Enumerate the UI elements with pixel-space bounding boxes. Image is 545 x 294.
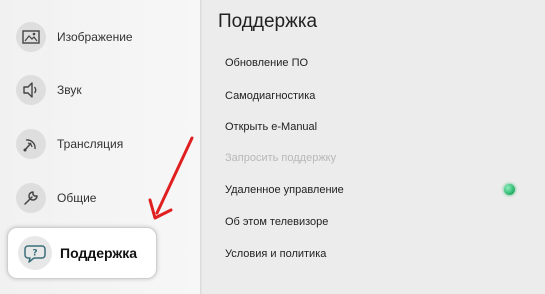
remote-management-status-indicator: [504, 184, 515, 195]
picture-icon: [16, 22, 46, 52]
page-title: Поддержка: [218, 11, 318, 32]
wrench-icon: [16, 183, 46, 213]
broadcast-icon: [16, 129, 46, 159]
sidebar-item-picture[interactable]: Изображение: [0, 17, 200, 57]
sidebar-item-label: Изображение: [57, 30, 133, 44]
menu-item-self-diagnosis[interactable]: Самодиагностика: [225, 90, 315, 102]
support-panel: Поддержка Обновление ПО Самодиагностика …: [203, 0, 545, 294]
menu-item-remote-management[interactable]: Удаленное управление: [225, 184, 344, 196]
sidebar-item-label: Поддержка: [60, 245, 138, 261]
sidebar-item-label: Общие: [57, 191, 97, 205]
menu-item-about-tv[interactable]: Об этом телевизоре: [225, 216, 328, 228]
tv-settings-screen: Изображение Звук Трансляция Общие ? Подд…: [0, 0, 545, 294]
sidebar-item-label: Трансляция: [57, 137, 124, 151]
menu-item-request-support: Запросить поддержку: [225, 152, 337, 164]
svg-text:?: ?: [32, 249, 37, 259]
sidebar-item-label: Звук: [57, 83, 82, 97]
menu-item-terms-policy[interactable]: Условия и политика: [225, 248, 326, 260]
menu-item-open-e-manual[interactable]: Открыть e-Manual: [225, 121, 317, 133]
menu-item-software-update[interactable]: Обновление ПО: [225, 57, 308, 69]
sidebar-item-support[interactable]: ? Поддержка: [7, 227, 157, 279]
support-chat-icon: ?: [18, 236, 52, 270]
annotation-arrow: [148, 136, 194, 220]
sidebar-item-sound[interactable]: Звук: [0, 70, 200, 110]
speaker-icon: [16, 75, 46, 105]
